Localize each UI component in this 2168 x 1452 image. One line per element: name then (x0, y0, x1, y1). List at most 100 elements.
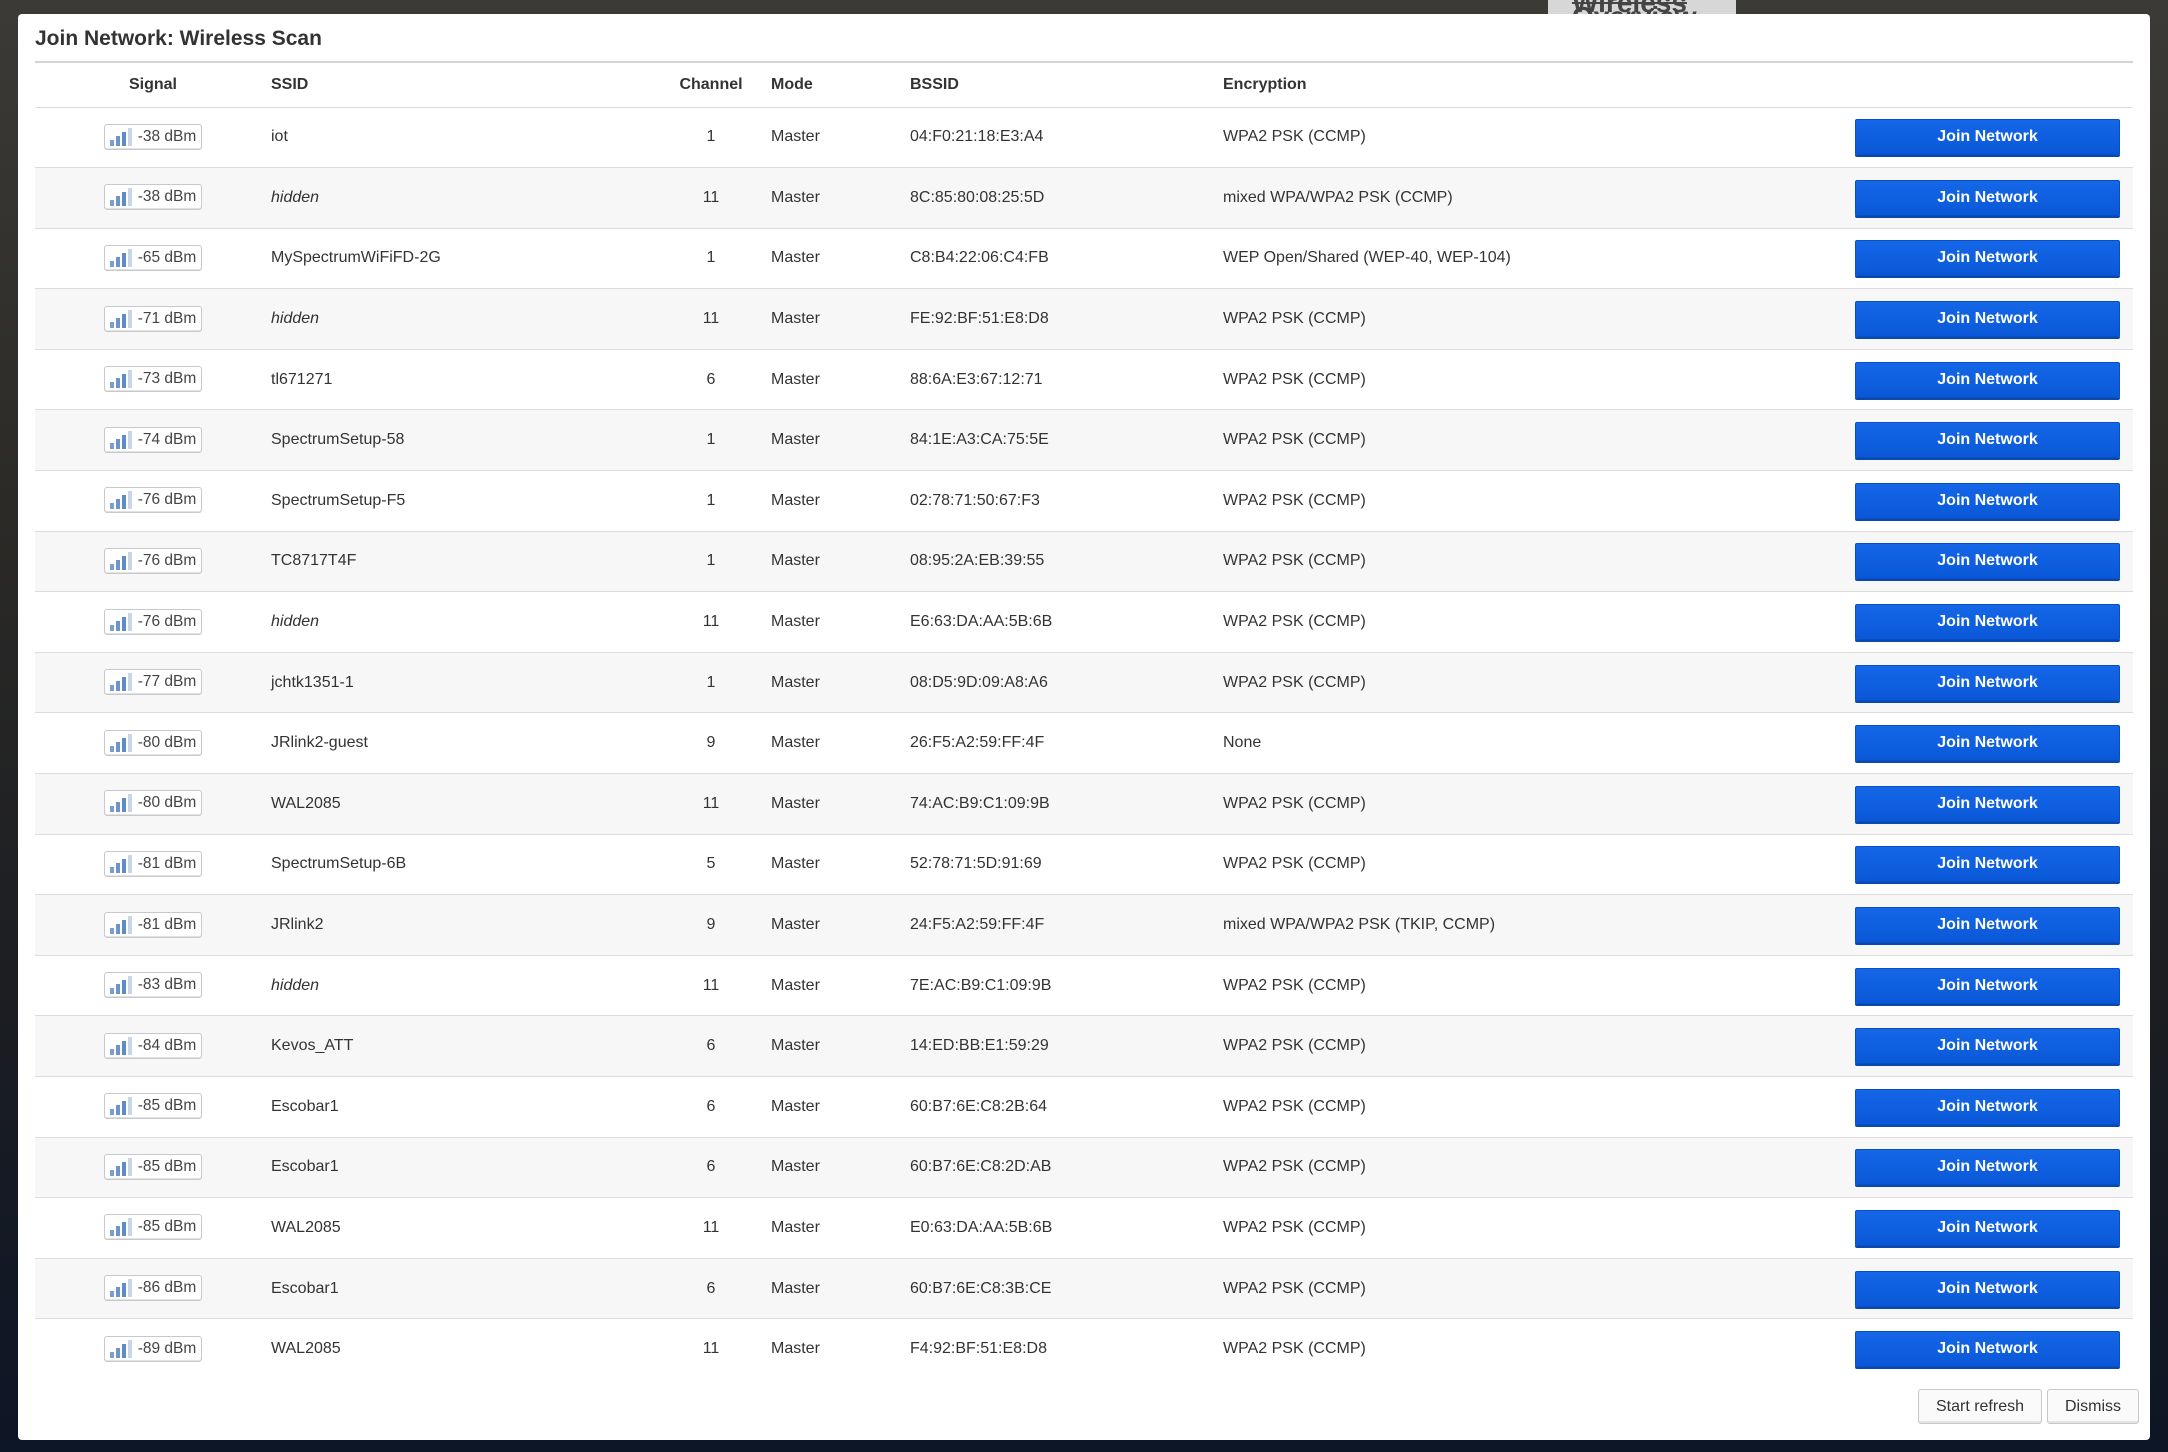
signal-cell: -77 dBm (35, 652, 271, 713)
signal-badge: -71 dBm (103, 305, 203, 332)
table-row: -71 dBm hidden 11 Master FE:92:BF:51:E8:D8 WP… (35, 288, 2133, 350)
signal-value: -85 dBm (137, 1157, 197, 1175)
column-header-channel: Channel (679, 75, 743, 93)
encryption-cell: WPA2 PSK (CCMP) (1223, 310, 1366, 328)
channel-cell: 5 (706, 855, 716, 873)
action-cell: Join Network (1853, 652, 2133, 713)
mode-cell: Master (771, 734, 820, 752)
signal-value: -76 dBm (137, 491, 197, 509)
action-cell: Join Network (1853, 895, 2133, 956)
signal-strength-icon (109, 309, 132, 328)
signal-badge: -77 dBm (103, 669, 203, 696)
bssid-cell: E0:63:DA:AA:5B:6B (910, 1218, 1053, 1236)
join-network-button[interactable]: Join Network (1855, 1209, 2120, 1246)
join-network-button[interactable]: Join Network (1855, 543, 2120, 580)
signal-strength-icon (109, 491, 132, 510)
signal-strength-icon (109, 612, 132, 631)
mode-cell: Master (771, 552, 820, 570)
mode-cell: Master (771, 1218, 820, 1236)
signal-value: -83 dBm (137, 976, 197, 994)
join-network-button[interactable]: Join Network (1855, 1149, 2120, 1186)
join-network-button[interactable]: Join Network (1855, 179, 2120, 216)
join-network-button[interactable]: Join Network (1855, 967, 2120, 1004)
ssid-cell: SpectrumSetup-58 (271, 410, 651, 471)
signal-value: -65 dBm (137, 248, 197, 266)
signal-value: -89 dBm (137, 1339, 197, 1357)
encryption-cell: WPA2 PSK (CCMP) (1223, 1218, 1366, 1236)
join-network-button[interactable]: Join Network (1855, 604, 2120, 641)
join-network-button[interactable]: Join Network (1855, 664, 2120, 701)
channel-cell: 6 (706, 1158, 716, 1176)
signal-strength-icon (109, 733, 132, 752)
table-row: -81 dBm JRlink2 9 Master 24:F5:A2:59:FF:4F mi… (35, 894, 2133, 956)
signal-badge: -86 dBm (103, 1275, 203, 1302)
join-network-button[interactable]: Join Network (1855, 785, 2120, 822)
bssid-cell: E6:63:DA:AA:5B:6B (910, 613, 1053, 631)
join-network-button[interactable]: Join Network (1855, 240, 2120, 277)
signal-strength-icon (109, 370, 132, 389)
table-row: -76 dBm TC8717T4F 1 Master 08:95:2A:EB:39:55… (35, 531, 2133, 592)
signal-strength-icon (109, 976, 132, 995)
column-header-mode: Mode (771, 75, 813, 93)
column-header-signal: Signal (128, 75, 177, 93)
signal-cell: -85 dBm (35, 1198, 271, 1259)
signal-strength-icon (109, 127, 132, 146)
mode-cell: Master (771, 431, 820, 449)
join-network-button[interactable]: Join Network (1855, 1270, 2120, 1307)
ssid-cell: jchtk1351-1 (271, 652, 651, 713)
join-network-button[interactable]: Join Network (1855, 846, 2120, 883)
signal-badge: -83 dBm (103, 972, 203, 999)
ssid-value: JRlink2-guest (271, 734, 368, 752)
mode-cell: Master (771, 1097, 820, 1115)
bssid-cell: 60:B7:6E:C8:2B:64 (910, 1097, 1047, 1115)
signal-value: -76 dBm (137, 612, 197, 630)
mode-cell: Master (771, 491, 820, 509)
action-cell: Join Network (1853, 349, 2133, 410)
bssid-cell: 8C:85:80:08:25:5D (910, 188, 1045, 206)
signal-strength-icon (109, 551, 132, 570)
signal-cell: -85 dBm (35, 1077, 271, 1138)
signal-badge: -85 dBm (103, 1214, 203, 1241)
join-network-button[interactable]: Join Network (1855, 361, 2120, 398)
join-network-button[interactable]: Join Network (1855, 422, 2120, 459)
join-network-button[interactable]: Join Network (1855, 119, 2120, 156)
encryption-cell: mixed WPA/WPA2 PSK (TKIP, CCMP) (1223, 916, 1496, 934)
signal-cell: -38 dBm (35, 168, 271, 229)
signal-value: -81 dBm (137, 854, 197, 872)
ssid-value: hidden (271, 188, 320, 206)
channel-cell: 6 (706, 1097, 716, 1115)
signal-value: -81 dBm (137, 915, 197, 933)
table-row: -76 dBm hidden 11 Master E6:63:DA:AA:5B:6B WP… (35, 591, 2133, 653)
join-network-button[interactable]: Join Network (1855, 1088, 2120, 1125)
join-network-button[interactable]: Join Network (1855, 907, 2120, 944)
action-cell: Join Network (1853, 471, 2133, 532)
table-header-row: Signal SSID Channel Mode BSSID Encryptio… (35, 62, 2133, 107)
join-network-button[interactable]: Join Network (1855, 482, 2120, 519)
bssid-cell: 04:F0:21:18:E3:A4 (910, 128, 1044, 146)
signal-badge: -80 dBm (103, 729, 203, 756)
ssid-value: WAL2085 (271, 1218, 341, 1236)
signal-strength-icon (109, 430, 132, 449)
join-network-button[interactable]: Join Network (1855, 725, 2120, 762)
start-refresh-button[interactable]: Start refresh (1917, 1389, 2042, 1424)
signal-strength-icon (109, 1279, 132, 1298)
action-cell: Join Network (1853, 107, 2133, 168)
bssid-cell: 02:78:71:50:67:F3 (910, 491, 1040, 509)
mode-cell: Master (771, 370, 820, 388)
action-cell: Join Network (1853, 834, 2133, 895)
table-row: -80 dBm JRlink2-guest 9 Master 26:F5:A2:59:F… (35, 712, 2133, 774)
ssid-cell: hidden (271, 168, 651, 229)
ssid-value: TC8717T4F (271, 552, 357, 570)
join-network-button[interactable]: Join Network (1855, 1331, 2120, 1368)
table-row: -85 dBm WAL2085 11 Master E0:63:DA:AA:5B:6B W… (35, 1197, 2133, 1259)
signal-cell: -76 dBm (35, 592, 271, 653)
encryption-cell: WPA2 PSK (CCMP) (1223, 855, 1366, 873)
join-network-button[interactable]: Join Network (1855, 301, 2120, 338)
dismiss-button[interactable]: Dismiss (2047, 1389, 2139, 1424)
encryption-cell: WPA2 PSK (CCMP) (1223, 552, 1366, 570)
signal-cell: -73 dBm (35, 349, 271, 410)
table-row: -65 dBm MySpectrumWiFiFD-2G 1 Master C8:B4:2… (35, 228, 2133, 289)
channel-cell: 11 (702, 794, 720, 812)
join-network-button[interactable]: Join Network (1855, 1028, 2120, 1065)
table-row: -38 dBm iot 1 Master 04:F0:21:18:E3:A4 WPA2 P… (35, 107, 2133, 168)
